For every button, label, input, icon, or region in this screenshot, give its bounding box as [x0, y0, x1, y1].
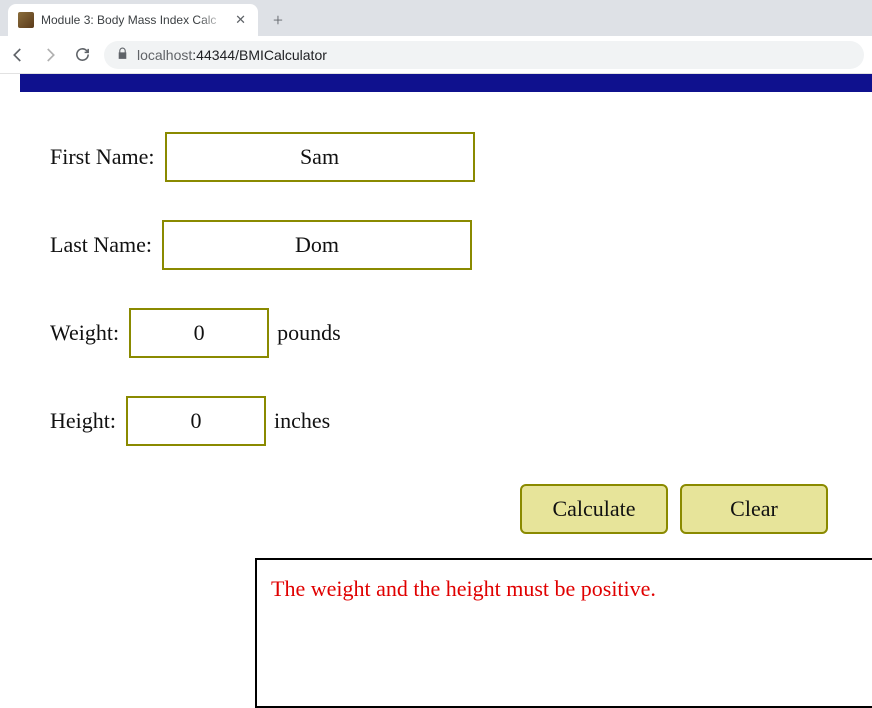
bmi-form: First Name: Last Name: Weight: pounds He…	[0, 92, 872, 708]
output-box: The weight and the height must be positi…	[255, 558, 872, 708]
button-row: Calculate Clear	[520, 484, 872, 534]
weight-input[interactable]	[129, 308, 269, 358]
forward-icon[interactable]	[40, 45, 60, 65]
last-name-row: Last Name:	[50, 220, 872, 270]
last-name-label: Last Name:	[50, 232, 152, 258]
tab-title: Module 3: Body Mass Index Calc	[41, 13, 226, 27]
browser-tab[interactable]: Module 3: Body Mass Index Calc ✕	[8, 4, 258, 36]
address-bar[interactable]: localhost:44344/BMICalculator	[104, 41, 864, 69]
url-text: localhost:44344/BMICalculator	[137, 47, 327, 63]
header-bar	[20, 74, 872, 92]
first-name-input[interactable]	[165, 132, 475, 182]
weight-unit: pounds	[277, 320, 341, 346]
close-icon[interactable]: ✕	[233, 12, 248, 28]
new-tab-button[interactable]: +	[264, 6, 292, 34]
page-content: First Name: Last Name: Weight: pounds He…	[0, 74, 872, 708]
back-icon[interactable]	[8, 45, 28, 65]
browser-toolbar: localhost:44344/BMICalculator	[0, 36, 872, 74]
height-unit: inches	[274, 408, 330, 434]
calculate-button[interactable]: Calculate	[520, 484, 668, 534]
first-name-row: First Name:	[50, 132, 872, 182]
favicon-icon	[18, 12, 34, 28]
weight-label: Weight:	[50, 320, 119, 346]
height-label: Height:	[50, 408, 116, 434]
reload-icon[interactable]	[72, 45, 92, 65]
last-name-input[interactable]	[162, 220, 472, 270]
browser-tabstrip: Module 3: Body Mass Index Calc ✕ +	[0, 0, 872, 36]
clear-button[interactable]: Clear	[680, 484, 828, 534]
height-row: Height: inches	[50, 396, 872, 446]
height-input[interactable]	[126, 396, 266, 446]
first-name-label: First Name:	[50, 144, 155, 170]
lock-icon	[116, 47, 129, 63]
validation-message: The weight and the height must be positi…	[271, 576, 858, 602]
weight-row: Weight: pounds	[50, 308, 872, 358]
